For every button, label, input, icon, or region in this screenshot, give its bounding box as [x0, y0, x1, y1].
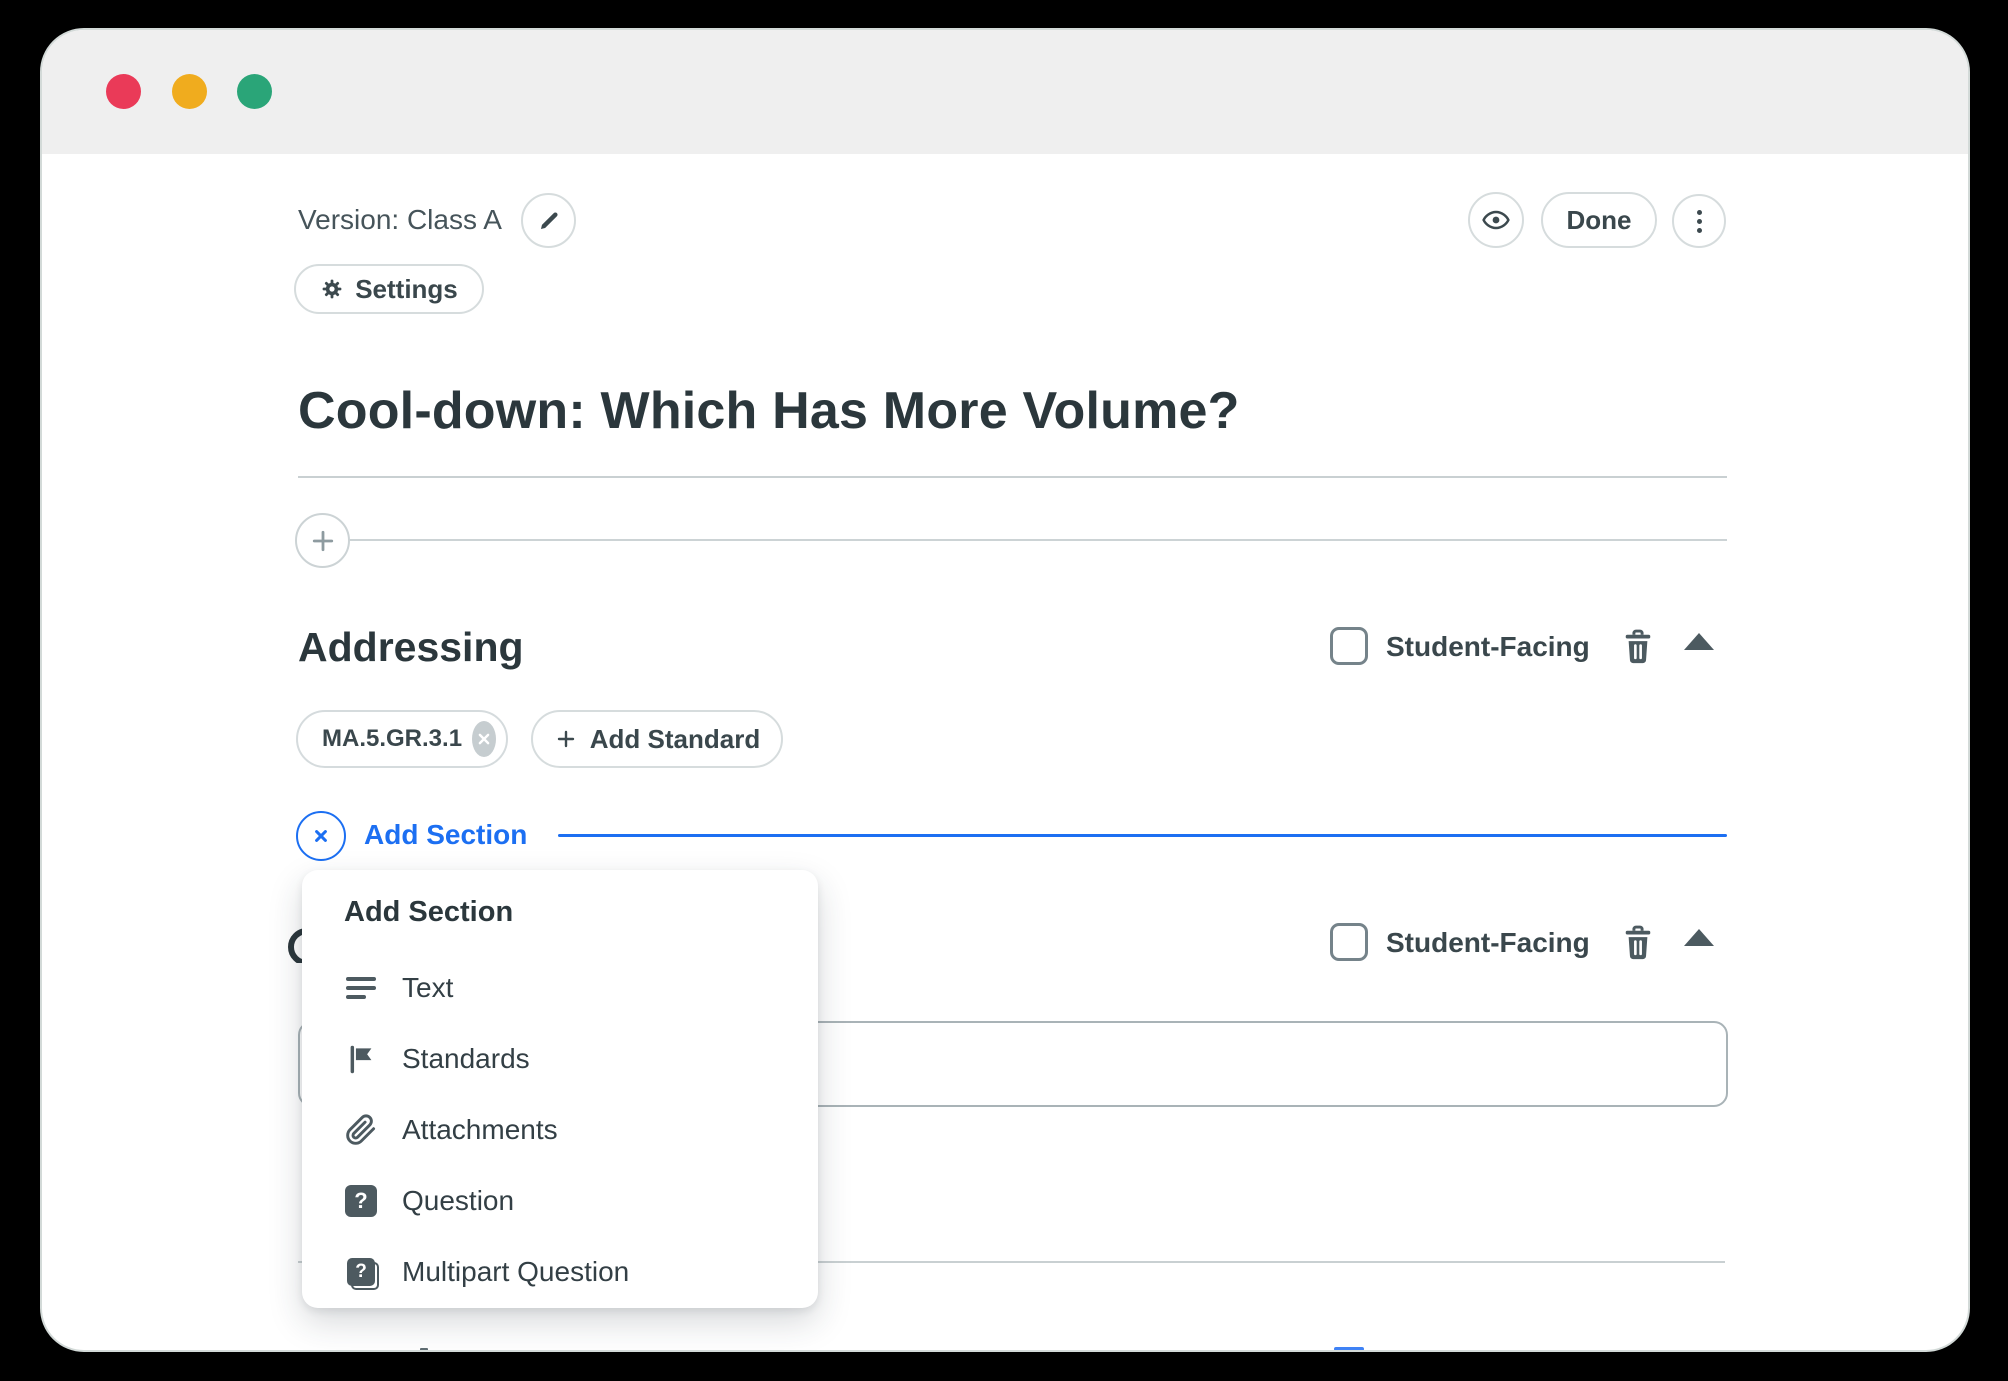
delete-section-button-2[interactable] [1620, 924, 1656, 962]
menu-item-attachments[interactable]: Attachments [326, 1104, 794, 1156]
remove-standard-button[interactable] [472, 721, 496, 757]
delete-section-button-1[interactable] [1620, 628, 1656, 666]
clipped-content-fragment [420, 1348, 428, 1352]
gear-icon [320, 277, 344, 301]
window-titlebar [42, 30, 1968, 154]
traffic-light-close-button[interactable] [106, 74, 141, 109]
done-button-label: Done [1567, 205, 1632, 236]
student-facing-label-1: Student-Facing [1386, 631, 1590, 663]
settings-button[interactable]: Settings [294, 264, 484, 314]
menu-item-text[interactable]: Text [326, 962, 794, 1014]
title-divider [298, 476, 1727, 478]
page-title: Cool-down: Which Has More Volume? [298, 380, 1240, 442]
edit-version-button[interactable] [521, 193, 576, 248]
clipped-insert-line-fragment [1334, 1347, 1364, 1351]
traffic-light-minimize-button[interactable] [172, 74, 207, 109]
text-lines-icon [344, 971, 378, 1005]
eye-icon [1481, 205, 1511, 235]
done-button[interactable]: Done [1541, 192, 1657, 248]
add-block-button[interactable] [295, 513, 350, 568]
student-facing-checkbox-2[interactable] [1330, 923, 1368, 961]
add-section-menu: Add Section Text Standards [302, 870, 818, 1308]
collapse-section-button-2[interactable] [1684, 929, 1714, 946]
add-section-insert-line [558, 834, 1727, 837]
plus-icon [554, 727, 578, 751]
student-facing-checkbox-1[interactable] [1330, 627, 1368, 665]
version-label: Version: Class A [298, 204, 502, 236]
add-section-link[interactable]: Add Section [364, 819, 527, 851]
menu-item-question[interactable]: ? Question [326, 1175, 794, 1227]
menu-item-multipart-question[interactable]: ? Multipart Question [326, 1246, 794, 1298]
add-standard-button-label: Add Standard [590, 724, 760, 755]
multipart-question-icon: ? [344, 1255, 378, 1289]
question-square-icon: ? [344, 1184, 378, 1218]
x-icon [309, 824, 333, 848]
add-section-menu-title: Add Section [344, 896, 513, 929]
flag-icon [344, 1042, 378, 1076]
collapse-section-button-1[interactable] [1684, 633, 1714, 650]
settings-button-label: Settings [355, 274, 458, 305]
add-standard-button[interactable]: Add Standard [531, 710, 783, 768]
screenshot-stage: Version: Class A Done [0, 0, 2008, 1381]
addressing-section-heading: Addressing [298, 624, 524, 671]
menu-item-standards[interactable]: Standards [326, 1033, 794, 1085]
pencil-icon [536, 208, 562, 234]
paperclip-icon [344, 1113, 378, 1147]
app-window: Version: Class A Done [40, 28, 1970, 1352]
more-options-button[interactable] [1672, 194, 1726, 248]
standard-chip: MA.5.GR.3.1 [296, 710, 508, 768]
plus-icon [309, 527, 337, 555]
close-add-section-button[interactable] [296, 811, 346, 861]
traffic-light-zoom-button[interactable] [237, 74, 272, 109]
kebab-menu-icon [1697, 210, 1702, 233]
preview-button[interactable] [1468, 192, 1524, 248]
add-block-line [349, 539, 1727, 541]
obscured-heading-fragment [288, 927, 302, 963]
student-facing-label-2: Student-Facing [1386, 927, 1590, 959]
standard-chip-label: MA.5.GR.3.1 [322, 725, 462, 753]
